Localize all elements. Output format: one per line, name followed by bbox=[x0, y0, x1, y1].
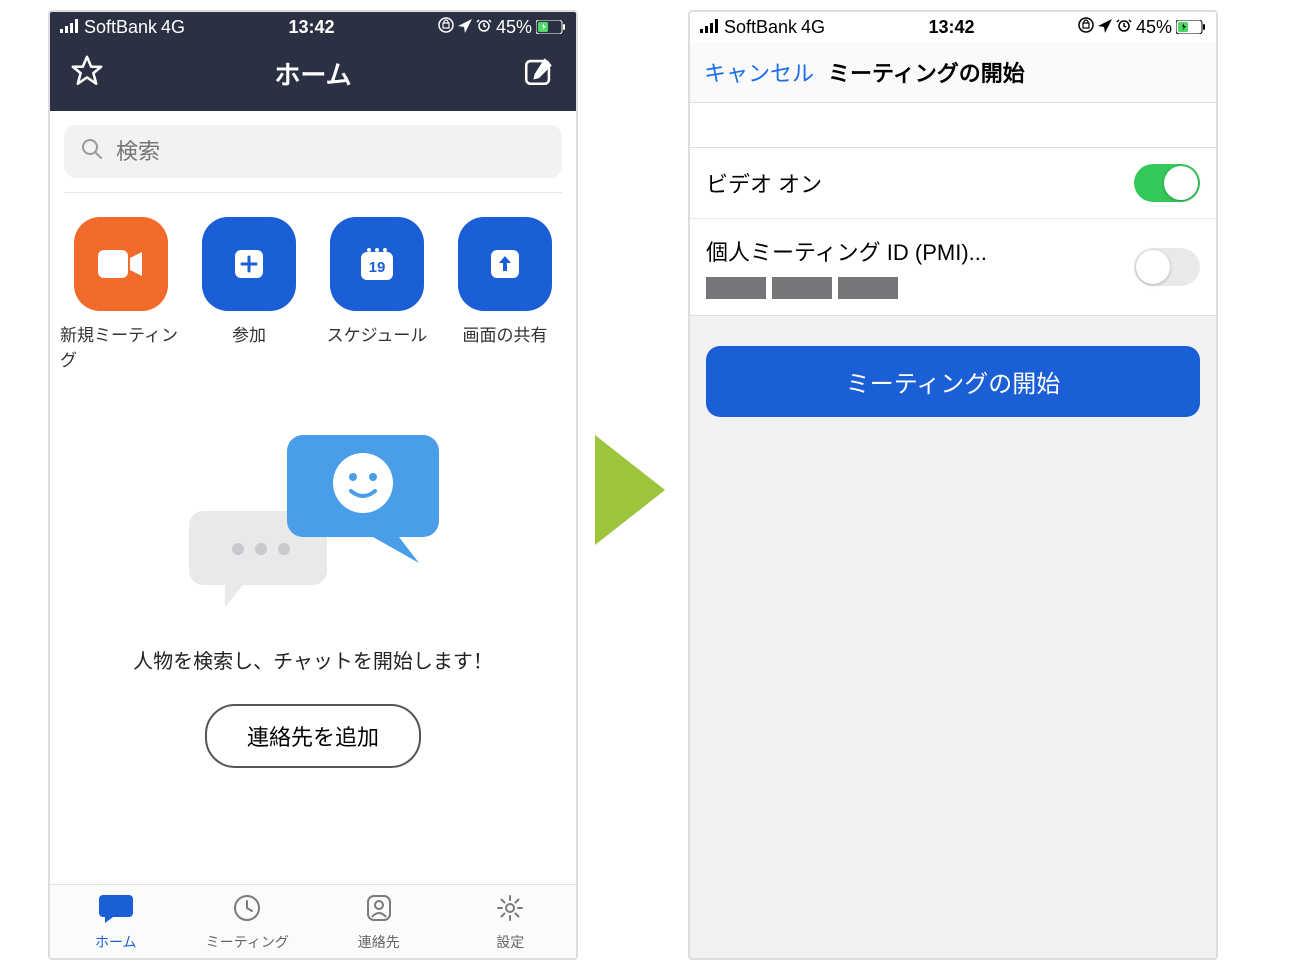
tab-label: 設定 bbox=[496, 932, 524, 952]
action-label: 新規ミーティング bbox=[60, 321, 182, 371]
person-icon bbox=[364, 893, 394, 928]
search-bar[interactable] bbox=[64, 125, 562, 178]
chat-empty-state: 人物を検索し、チャットを開始します！ 連絡先を追加 bbox=[50, 381, 576, 788]
search-icon bbox=[80, 137, 104, 166]
transition-arrow-icon bbox=[590, 430, 670, 555]
add-contact-button[interactable]: 連絡先を追加 bbox=[205, 704, 421, 768]
tab-meetings[interactable]: ミーティング bbox=[182, 893, 314, 952]
video-camera-icon bbox=[74, 217, 168, 311]
modal-title: ミーティングの開始 bbox=[828, 56, 1025, 88]
tab-label: ミーティング bbox=[206, 932, 289, 952]
video-on-row: ビデオ オン bbox=[690, 148, 1216, 219]
status-bar: SoftBank 4G 13:42 45% bbox=[690, 12, 1216, 42]
action-grid: 新規ミーティング 参加 19 スケジュール 画面の共有 bbox=[50, 193, 576, 381]
setting-label: ビデオ オン bbox=[706, 167, 822, 199]
calendar-icon: 19 bbox=[330, 217, 424, 311]
phone-start-meeting-screen: SoftBank 4G 13:42 45% キャンセル ミーティングの開始 bbox=[688, 10, 1218, 960]
clock: 13:42 bbox=[288, 17, 334, 38]
join-button[interactable]: 参加 bbox=[188, 217, 310, 371]
upload-arrow-icon bbox=[458, 217, 552, 311]
new-meeting-button[interactable]: 新規ミーティング bbox=[60, 217, 182, 371]
modal-content: ビデオ オン 個人ミーティング ID (PMI)... bbox=[690, 147, 1216, 960]
tab-label: ホーム bbox=[95, 932, 137, 952]
orientation-lock-icon bbox=[1078, 17, 1094, 38]
carrier-label: SoftBank bbox=[724, 17, 797, 38]
alarm-icon bbox=[1116, 17, 1132, 38]
phone-home-screen: SoftBank 4G 13:42 45% ホーム bbox=[48, 10, 578, 960]
status-bar: SoftBank 4G 13:42 45% bbox=[50, 12, 576, 42]
favorites-icon[interactable] bbox=[70, 54, 104, 93]
modal-header: キャンセル ミーティングの開始 bbox=[690, 42, 1216, 103]
share-screen-button[interactable]: 画面の共有 bbox=[444, 217, 566, 371]
signal-icon bbox=[700, 17, 720, 38]
plus-icon bbox=[202, 217, 296, 311]
tab-settings[interactable]: 設定 bbox=[445, 893, 577, 952]
home-header: ホーム bbox=[50, 42, 576, 111]
clock: 13:42 bbox=[928, 17, 974, 38]
tab-label: 連絡先 bbox=[358, 932, 400, 952]
gear-icon bbox=[495, 893, 525, 928]
battery-percent: 45% bbox=[1136, 17, 1172, 38]
battery-icon bbox=[1176, 20, 1206, 34]
schedule-button[interactable]: 19 スケジュール bbox=[316, 217, 438, 371]
cancel-button[interactable]: キャンセル bbox=[704, 56, 814, 88]
setting-label: 個人ミーティング ID (PMI)... bbox=[706, 235, 1134, 267]
action-label: 参加 bbox=[232, 321, 266, 346]
chat-empty-prompt: 人物を検索し、チャットを開始します！ bbox=[133, 645, 493, 674]
pmi-toggle[interactable] bbox=[1134, 248, 1200, 286]
carrier-label: SoftBank bbox=[84, 17, 157, 38]
network-label: 4G bbox=[801, 17, 825, 38]
start-meeting-button[interactable]: ミーティングの開始 bbox=[706, 346, 1200, 417]
network-label: 4G bbox=[161, 17, 185, 38]
action-label: 画面の共有 bbox=[463, 321, 548, 346]
location-icon bbox=[1098, 17, 1112, 38]
video-on-toggle[interactable] bbox=[1134, 164, 1200, 202]
chat-bubbles-illustration bbox=[183, 421, 443, 621]
tab-bar: ホーム ミーティング 連絡先 設定 bbox=[50, 884, 576, 958]
pmi-row: 個人ミーティング ID (PMI)... bbox=[690, 219, 1216, 315]
orientation-lock-icon bbox=[438, 17, 454, 38]
battery-icon bbox=[536, 20, 566, 34]
alarm-icon bbox=[476, 17, 492, 38]
pmi-redacted bbox=[706, 277, 1134, 299]
settings-section: ビデオ オン 個人ミーティング ID (PMI)... bbox=[690, 147, 1216, 316]
compose-icon[interactable] bbox=[522, 54, 556, 93]
search-container bbox=[50, 111, 576, 193]
clock-icon bbox=[232, 893, 262, 928]
battery-percent: 45% bbox=[496, 17, 532, 38]
location-icon bbox=[458, 17, 472, 38]
chat-bubble-icon bbox=[99, 893, 133, 928]
action-label: スケジュール bbox=[327, 321, 428, 346]
search-input[interactable] bbox=[116, 139, 546, 165]
signal-icon bbox=[60, 17, 80, 38]
page-title: ホーム bbox=[274, 55, 351, 92]
tab-home[interactable]: ホーム bbox=[50, 893, 182, 952]
svg-text:19: 19 bbox=[369, 259, 386, 276]
tab-contacts[interactable]: 連絡先 bbox=[313, 893, 445, 952]
